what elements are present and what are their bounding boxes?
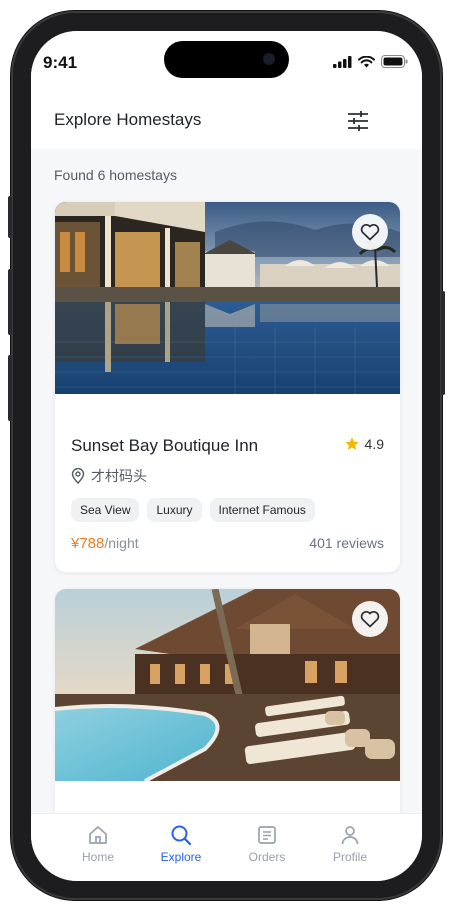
dynamic-island (164, 41, 289, 78)
listing-card[interactable] (54, 588, 401, 850)
cellular-signal-icon (333, 55, 352, 68)
results-count: Found 6 homestays (54, 167, 177, 183)
rating-value: 4.9 (364, 436, 384, 452)
listing-rating: 4.9 (344, 436, 384, 452)
listing-price: ¥788/night (71, 535, 139, 552)
listing-photo (55, 589, 400, 781)
tab-profile[interactable]: Profile (315, 824, 385, 864)
phone-mute-switch (8, 196, 12, 238)
status-bar: 9:41 (31, 31, 422, 93)
tab-explore[interactable]: Explore (146, 824, 216, 864)
tag-chip: Internet Famous (209, 498, 315, 522)
orders-icon (258, 826, 276, 844)
phone-power-button (441, 291, 445, 395)
tab-label: Explore (160, 850, 202, 864)
profile-icon (341, 826, 359, 845)
listing-photo (55, 202, 400, 394)
tab-orders[interactable]: Orders (232, 824, 302, 864)
location-pin-icon (71, 468, 85, 484)
price-amount: ¥788 (71, 535, 105, 552)
heart-icon (360, 223, 380, 241)
front-camera (263, 53, 275, 65)
listing-location: 才村码头 (71, 466, 147, 486)
phone-volume-down (8, 355, 12, 421)
filter-button[interactable] (344, 107, 372, 135)
price-unit: /night (104, 535, 139, 551)
listing-tags: Sea View Luxury Internet Famous (71, 498, 315, 522)
favorite-button[interactable] (352, 214, 388, 250)
tab-label: Orders (248, 850, 286, 864)
wifi-icon (358, 55, 375, 67)
sliders-icon (348, 111, 368, 131)
tag-chip: Sea View (71, 498, 140, 522)
heart-icon (360, 610, 380, 628)
status-time: 9:41 (43, 53, 78, 72)
page-header: Explore Homestays (31, 93, 422, 149)
listing-name: Sunset Bay Boutique Inn (71, 436, 259, 455)
phone-volume-up (8, 269, 12, 335)
tab-label: Profile (332, 850, 367, 864)
search-icon (171, 825, 192, 846)
location-text: 才村码头 (91, 468, 147, 484)
status-icons (333, 55, 408, 68)
app-screen: 9:41 Explore Homestays Found 6 homestays… (31, 31, 422, 881)
listing-card[interactable]: Sunset Bay Boutique Inn 4.9 才村码头 Sea Vie… (54, 201, 401, 573)
review-count: 401 reviews (309, 535, 384, 551)
favorite-button[interactable] (352, 601, 388, 637)
tab-label: Home (81, 850, 114, 864)
bottom-tab-bar: Home Explore Orders Profile (31, 813, 422, 881)
page-title: Explore Homestays (54, 110, 202, 129)
tag-chip: Luxury (147, 498, 202, 522)
star-icon (344, 437, 359, 450)
battery-icon (381, 55, 408, 68)
home-icon (89, 826, 107, 844)
tab-home[interactable]: Home (63, 824, 133, 864)
